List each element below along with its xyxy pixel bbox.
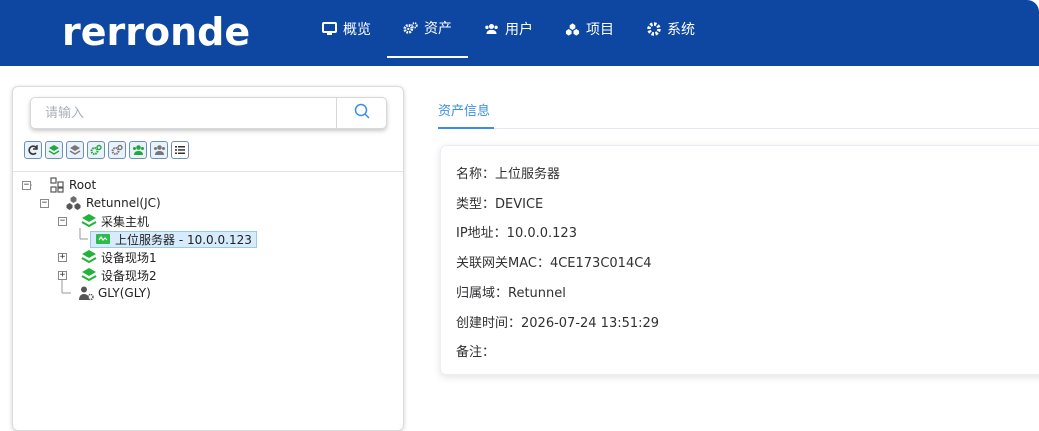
field-ip: IP地址：10.0.0.123 [456,226,577,241]
field-gateway-mac: 关联网关MAC：4CE173C014C4 [456,256,652,271]
field-domain: 归属域：Retunnel [456,286,566,301]
layer-green-icon [81,268,97,282]
field-name: 名称：上位服务器 [456,167,561,182]
nav-users[interactable]: 用户 [468,0,549,58]
asset-info-card: 名称：上位服务器 类型：DEVICE IP地址：10.0.0.123 关联网关M… [440,145,1039,375]
tree-node-label: 设备现场2 [101,268,157,283]
tree-node-collect-host[interactable]: − 采集主机 [58,212,149,230]
collapse-toggle[interactable]: − [40,198,49,208]
tree-node-device-selected[interactable]: 上位服务器 - 10.0.0.123 [90,230,257,248]
nav-assets[interactable]: 资产 [387,0,468,58]
nav-projects-label: 项目 [586,22,614,38]
sitemap-icon [50,177,64,193]
layer-gray-icon [69,145,81,155]
nav-users-label: 用户 [505,22,533,38]
tree-node-label: Retunnel(JC) [86,196,161,210]
nav-assets-label: 资产 [424,21,452,37]
tree-toolbar [24,141,189,159]
cubes-icon [66,196,81,210]
tree-node-label: GLY(GLY) [98,286,151,300]
layer-green-icon [81,250,97,264]
collapse-layer-button[interactable] [66,141,84,159]
tree-node-label: 设备现场1 [101,250,157,265]
nav-overview-label: 概览 [343,22,371,38]
refresh-button[interactable] [24,141,42,159]
tree-node-site1[interactable]: + 设备现场1 [58,248,157,266]
toolbar-divider [13,171,403,172]
tree-node-label: 采集主机 [101,214,150,229]
collapse-users-button[interactable] [150,141,168,159]
monitor-icon [322,22,337,37]
nav-system[interactable]: 系统 [630,0,711,58]
nav-system-label: 系统 [667,22,695,38]
expand-device-button[interactable] [87,141,105,159]
brand-logo[interactable]: rerronde [62,8,250,56]
search-input[interactable] [31,98,337,128]
tree-node-label: Root [69,178,97,192]
nav-overview[interactable]: 概览 [306,0,387,58]
asset-tree-panel: − Root − Retunnel(JC) − 采集主机 上位服务器 - 10.… [12,86,404,431]
collapse-toggle[interactable]: − [22,180,31,190]
cogs-icon [403,21,418,36]
main-nav: 概览 资产 用户 项目 系统 [306,0,711,66]
field-created-time: 创建时间：2026-07-24 13:51:29 [456,316,660,331]
tree-node-domain[interactable]: − Retunnel(JC) [40,194,161,212]
field-remark: 备注： [456,345,496,360]
layer-green-icon [81,214,97,228]
expand-users-button[interactable] [129,141,147,159]
tree-node-root[interactable]: − Root [22,176,96,194]
expand-toggle[interactable]: + [58,270,67,280]
search-icon [354,103,370,123]
tree-node-site2[interactable]: + 设备现场2 [58,266,157,284]
collapse-device-button[interactable] [108,141,126,159]
layer-green-icon [48,145,60,155]
tree-node-user[interactable]: GLY(GLY) [78,284,151,302]
users-green-icon [132,145,144,155]
user-gear-icon [79,286,94,301]
field-type: 类型：DEVICE [456,197,544,212]
tree-node-label: 上位服务器 - 10.0.0.123 [115,232,252,247]
list-icon [175,146,185,154]
cogs-green-icon [90,144,102,155]
selected-node[interactable]: 上位服务器 - 10.0.0.123 [90,230,257,248]
tab-asset-info[interactable]: 资产信息 [438,100,490,119]
tabs-divider [438,128,1039,129]
top-navbar: rerronde 概览 资产 用户 项目 系统 [0,0,1039,66]
search-button[interactable] [336,98,386,128]
expand-toggle[interactable]: + [58,252,67,262]
gear-icon [646,22,661,37]
active-tab-indicator [438,127,494,129]
refresh-icon [28,145,38,155]
users-icon [484,22,499,37]
server-green-icon [96,234,110,244]
cogs-gray-icon [111,144,123,155]
collapse-toggle[interactable]: − [58,216,67,226]
list-view-button[interactable] [171,141,189,159]
expand-layer-button[interactable] [45,141,63,159]
cubes-icon [565,22,580,37]
nav-projects[interactable]: 项目 [549,0,630,58]
users-gray-icon [153,145,165,155]
search-box [30,97,387,129]
